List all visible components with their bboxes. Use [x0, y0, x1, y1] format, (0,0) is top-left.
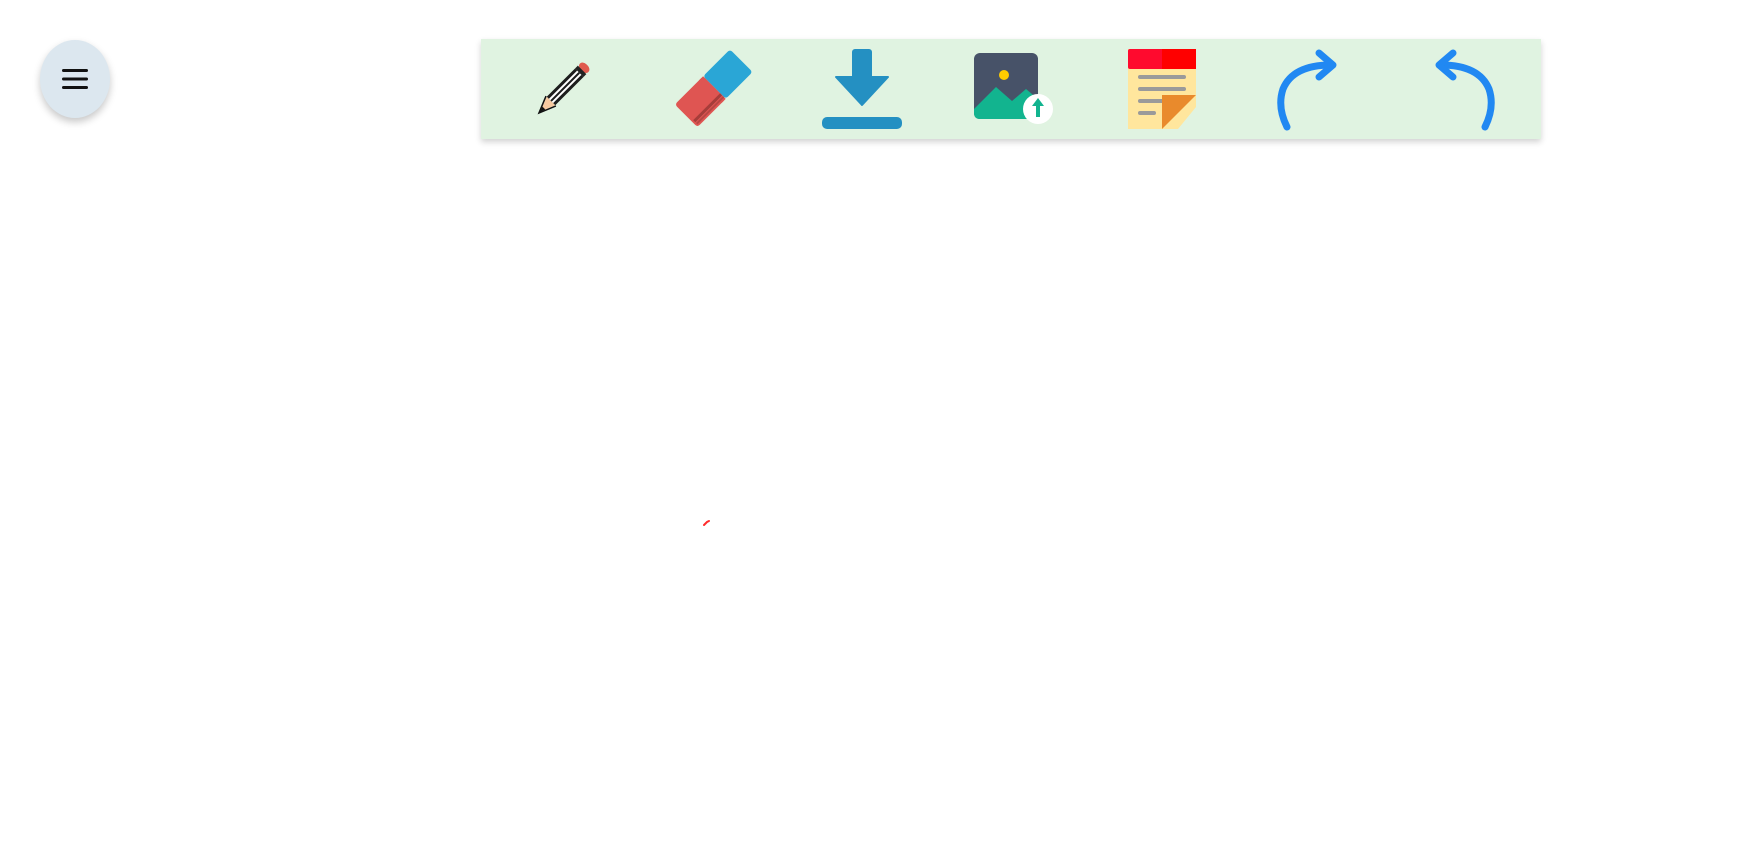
- upload-image-button[interactable]: [970, 47, 1054, 131]
- download-button[interactable]: [820, 47, 904, 131]
- download-icon: [822, 49, 903, 129]
- pencil-icon: [537, 62, 590, 115]
- redo-button[interactable]: [1269, 47, 1353, 131]
- sticky-note-button[interactable]: [1120, 47, 1204, 131]
- sticky-note-icon: [1127, 49, 1196, 129]
- image-upload-icon: [973, 53, 1053, 124]
- undo-icon: [1435, 49, 1495, 131]
- eraser-tool-button[interactable]: [671, 47, 755, 131]
- drawn-stroke: [703, 520, 710, 526]
- undo-button[interactable]: [1419, 47, 1503, 131]
- redo-icon: [1277, 49, 1337, 131]
- eraser-icon: [675, 50, 752, 126]
- toolbar: [481, 39, 1541, 139]
- whiteboard-page: [0, 0, 1737, 867]
- menu-button[interactable]: [40, 40, 110, 118]
- pencil-tool-button[interactable]: [521, 47, 605, 131]
- drawing-canvas[interactable]: [0, 150, 1737, 867]
- hamburger-menu-icon: [62, 69, 88, 89]
